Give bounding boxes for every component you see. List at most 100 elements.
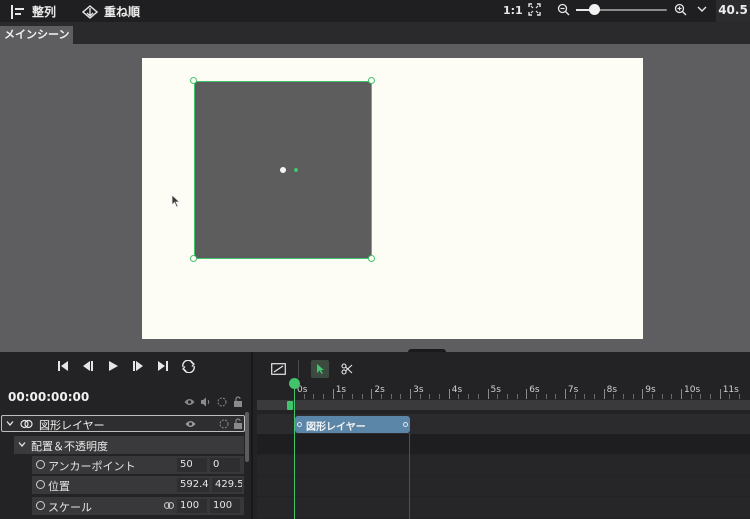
work-area-bar[interactable]: [257, 400, 750, 410]
ruler-minor-tick: [458, 394, 460, 399]
layer-row-shape[interactable]: 図形レイヤー: [1, 415, 245, 432]
playhead-handle[interactable]: [289, 378, 300, 389]
property-row-scale[interactable]: スケール 100 100: [32, 497, 244, 515]
align-button[interactable]: 整列: [10, 3, 56, 20]
timeline-ruler[interactable]: 0s 1s 2s 3s 4s 5s 6s 7s 8s 9s 10s 11s: [255, 383, 750, 399]
current-timecode[interactable]: 00:00:00:00: [8, 390, 89, 404]
clip-out-handle[interactable]: [403, 422, 408, 427]
scale-y-field[interactable]: 100: [210, 499, 240, 513]
go-to-end-button[interactable]: [155, 358, 171, 374]
ruler-minor-tick: [651, 394, 653, 399]
anchor-x-field[interactable]: 50: [177, 458, 207, 472]
transform-group-label: 配置＆不透明度: [31, 440, 108, 453]
link-icon[interactable]: [164, 502, 174, 509]
ruler-minor-tick: [313, 394, 315, 399]
visibility-all-icon[interactable]: [184, 396, 195, 407]
ruler-minor-tick: [497, 394, 499, 399]
loop-icon: [181, 359, 195, 373]
actual-size-button[interactable]: 1:1: [503, 4, 523, 17]
ruler-tick: [487, 389, 489, 399]
ruler-minor-tick: [729, 394, 731, 399]
ruler-minor-tick: [506, 394, 508, 399]
zoom-in-icon[interactable]: [674, 3, 687, 16]
stopwatch-icon[interactable]: [36, 480, 45, 489]
go-to-start-button[interactable]: [55, 358, 71, 374]
scene-viewport[interactable]: メインシーン: [0, 22, 750, 352]
resize-handle-top-left[interactable]: [190, 77, 197, 84]
tool-separator: [298, 360, 299, 378]
ruler-minor-tick: [468, 394, 470, 399]
ruler-label: 2s: [374, 385, 385, 395]
clip-in-handle[interactable]: [297, 422, 302, 427]
resize-handle-top-right[interactable]: [368, 77, 375, 84]
layer-panel-scrollbar[interactable]: [245, 412, 249, 462]
stopwatch-icon[interactable]: [36, 460, 45, 469]
ruler-minor-tick: [303, 394, 305, 399]
ruler-tick: [681, 389, 682, 399]
ruler-minor-tick: [516, 394, 518, 399]
ruler-minor-tick: [439, 394, 441, 399]
scale-x-field[interactable]: 100: [177, 499, 207, 513]
scene-tab-bar: メインシーン: [0, 22, 750, 44]
shape-layer-icon: [20, 419, 33, 429]
layer-clip[interactable]: 図形レイヤー: [295, 416, 410, 433]
property-label: スケール: [48, 501, 92, 514]
track-lane-scale: [257, 497, 750, 517]
scissors-icon[interactable]: [341, 363, 353, 375]
chevron-down-icon[interactable]: [18, 441, 26, 448]
graph-editor-icon[interactable]: [271, 363, 286, 375]
next-frame-button[interactable]: [130, 358, 146, 374]
playhead-line: [294, 389, 295, 519]
solo-all-icon[interactable]: [216, 396, 227, 407]
zoom-value-field[interactable]: 40.5: [716, 0, 750, 22]
resize-handle-bottom-right[interactable]: [368, 255, 375, 262]
chevron-down-icon[interactable]: [697, 5, 707, 13]
anchor-point-marker[interactable]: [280, 167, 286, 173]
ruler-minor-tick: [390, 394, 392, 399]
audio-all-icon[interactable]: [200, 396, 211, 407]
select-tool-button[interactable]: [311, 360, 329, 378]
zoom-out-icon[interactable]: [557, 3, 570, 16]
ruler-minor-tick: [632, 394, 634, 399]
property-label: 位置: [48, 480, 70, 493]
lock-icon[interactable]: [233, 418, 243, 429]
skip-start-icon: [58, 361, 68, 371]
property-row-anchor-point[interactable]: アンカーポイント 50 0: [32, 456, 244, 474]
stopwatch-icon[interactable]: [36, 501, 45, 510]
ruler-label: 3s: [413, 385, 424, 395]
ruler-tick: [564, 389, 566, 399]
ruler-minor-tick: [671, 394, 673, 399]
stage-canvas[interactable]: [142, 58, 643, 339]
layer-name[interactable]: 図形レイヤー: [39, 417, 105, 433]
layer-order-button[interactable]: 重ね順: [82, 3, 140, 20]
ruler-minor-tick: [352, 394, 354, 399]
zoom-slider-knob[interactable]: [589, 4, 601, 15]
ruler-minor-tick: [535, 394, 537, 399]
ruler-tick: [642, 389, 644, 399]
chevron-down-icon[interactable]: [6, 420, 14, 427]
visibility-icon[interactable]: [185, 420, 196, 428]
fit-to-screen-icon[interactable]: [528, 3, 541, 16]
work-area-start-marker[interactable]: [287, 401, 293, 410]
zoom-slider[interactable]: [576, 4, 667, 15]
panel-divider[interactable]: [251, 352, 253, 519]
ruler-tick: [526, 389, 528, 399]
lock-all-icon[interactable]: [232, 396, 243, 407]
loop-button[interactable]: [180, 358, 196, 374]
transform-group-header[interactable]: 配置＆不透明度: [14, 436, 244, 454]
ruler-minor-tick: [622, 394, 624, 399]
solo-icon[interactable]: [219, 419, 229, 429]
scene-tab-main[interactable]: メインシーン: [0, 26, 74, 44]
position-x-field[interactable]: 592.4: [177, 478, 209, 492]
anchor-y-field[interactable]: 0: [210, 458, 240, 472]
property-row-position[interactable]: 位置 592.4 429.5: [32, 476, 244, 494]
ruler-minor-tick: [545, 394, 547, 399]
previous-frame-button[interactable]: [80, 358, 96, 374]
ruler-minor-tick: [574, 394, 576, 399]
ruler-minor-tick: [700, 394, 702, 399]
play-button[interactable]: [105, 358, 121, 374]
resize-handle-bottom-left[interactable]: [190, 255, 197, 262]
layer-header-toggles: [184, 396, 243, 407]
ruler-minor-tick: [690, 394, 692, 399]
position-y-field[interactable]: 429.5: [212, 478, 242, 492]
